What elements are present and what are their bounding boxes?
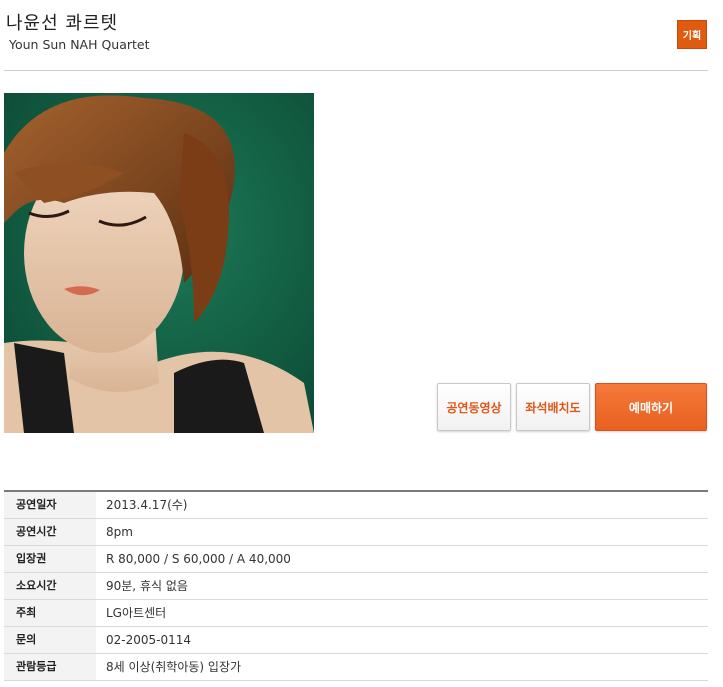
seat-map-button[interactable]: 좌석배치도 <box>516 383 590 431</box>
performer-photo-icon <box>4 93 314 433</box>
info-label: 공연일자 <box>4 492 96 518</box>
header-divider <box>4 70 708 71</box>
info-row-contact: 문의 02-2005-0114 <box>4 627 708 654</box>
info-value: LG아트센터 <box>106 606 167 620</box>
book-ticket-button[interactable]: 예매하기 <box>595 383 707 431</box>
page-header: 나윤선 콰르텟 Youn Sun NAH Quartet 기획 <box>0 0 723 72</box>
info-value: 2013.4.17(수) <box>106 498 188 512</box>
info-value: 8pm <box>106 525 133 539</box>
info-value: R 80,000 / S 60,000 / A 40,000 <box>106 552 291 566</box>
performer-photo <box>4 93 314 433</box>
info-label: 관람등급 <box>4 654 96 680</box>
page-subtitle: Youn Sun NAH Quartet <box>9 37 150 52</box>
page-title: 나윤선 콰르텟 <box>6 13 119 34</box>
info-row-duration: 소요시간 90분, 휴식 없음 <box>4 573 708 600</box>
performance-info-table: 공연일자 2013.4.17(수) 공연시간 8pm 입장권 R 80,000 … <box>4 490 708 681</box>
info-label: 문의 <box>4 627 96 653</box>
info-value: 8세 이상(취학아동) 입장가 <box>106 660 242 674</box>
info-value: 90분, 휴식 없음 <box>106 579 188 593</box>
info-row-rating: 관람등급 8세 이상(취학아동) 입장가 <box>4 654 708 681</box>
info-row-time: 공연시간 8pm <box>4 519 708 546</box>
info-row-date: 공연일자 2013.4.17(수) <box>4 492 708 519</box>
category-badge: 기획 <box>677 20 707 49</box>
info-row-host: 주최 LG아트센터 <box>4 600 708 627</box>
info-value: 02-2005-0114 <box>106 633 192 647</box>
info-label: 주최 <box>4 600 96 626</box>
info-row-price: 입장권 R 80,000 / S 60,000 / A 40,000 <box>4 546 708 573</box>
info-label: 입장권 <box>4 546 96 572</box>
info-label: 공연시간 <box>4 519 96 545</box>
info-label: 소요시간 <box>4 573 96 599</box>
performance-video-button[interactable]: 공연동영상 <box>437 383 511 431</box>
